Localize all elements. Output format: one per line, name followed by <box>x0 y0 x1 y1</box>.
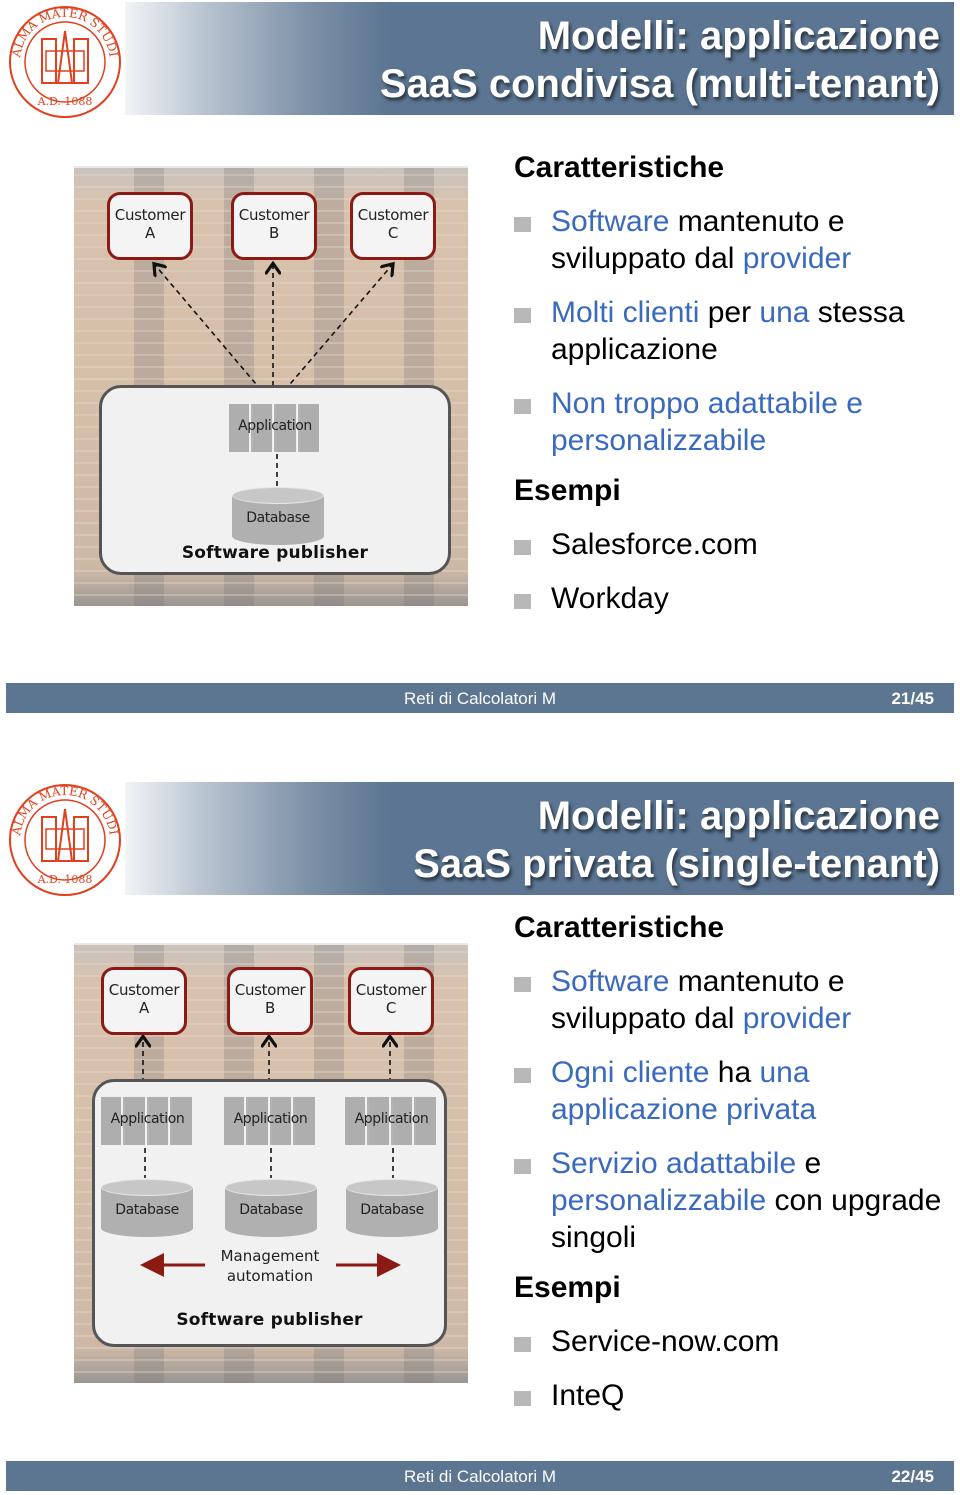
slide-title: Modelli: applicazione SaaS condivisa (mu… <box>379 14 940 106</box>
feature-item: Servizio adattabile e personalizzabile c… <box>514 1145 954 1256</box>
highlighted-text: provider <box>742 1002 852 1035</box>
bullet-square-icon <box>514 399 531 414</box>
feature-item: Ogni cliente ha una applicazione privata <box>514 1054 954 1128</box>
highlighted-text: Servizio adattabile <box>551 1147 797 1180</box>
svg-text:A.D. 1088: A.D. 1088 <box>37 95 93 108</box>
slide-footer: Reti di Calcolatori M 22/45 <box>6 1461 954 1491</box>
software-publisher-box: Application Database Software publisher <box>99 385 451 575</box>
page-number: 21/45 <box>891 689 934 708</box>
course-title: Reti di Calcolatori M <box>403 1467 557 1486</box>
management-automation-label: Management automation <box>220 1247 320 1285</box>
features-heading: Caratteristiche <box>514 151 725 184</box>
customer-c-box: Customer C <box>350 192 436 260</box>
body-text: per <box>699 296 760 329</box>
feature-item: Software mantenuto e sviluppato dal prov… <box>514 963 954 1037</box>
customer-c-box: Customer C <box>348 967 434 1035</box>
highlighted-text: Molti clienti <box>551 296 700 329</box>
example-item: InteQ <box>514 1377 954 1414</box>
university-seal-icon: ALMA MATER STUDIORUM A.D. 1088 <box>0 0 124 121</box>
highlighted-text: Software <box>551 205 670 238</box>
bullet-square-icon <box>514 1391 531 1406</box>
examples-list: Salesforce.com Workday <box>514 526 954 617</box>
title-bar: Modelli: applicazione SaaS privata (sing… <box>125 782 954 895</box>
customer-a-box: Customer A <box>101 967 187 1035</box>
customer-b-box: Customer B <box>227 967 313 1035</box>
slide-footer: Reti di Calcolatori M 21/45 <box>6 683 954 713</box>
database-cylinder: Database <box>232 487 324 545</box>
examples-heading: Esempi <box>514 474 621 507</box>
feature-item: Molti clienti per una stessa applicazion… <box>514 294 954 368</box>
example-item: Workday <box>514 580 954 617</box>
connector-c <box>272 265 392 405</box>
bullet-square-icon <box>514 594 531 609</box>
features-list: Software mantenuto e sviluppato dal prov… <box>514 203 954 459</box>
svg-text:A.D. 1088: A.D. 1088 <box>37 873 93 886</box>
body-text: e <box>796 1147 822 1180</box>
database-cylinder-c: Database <box>346 1179 438 1237</box>
highlighted-text: personalizzabile <box>551 1184 767 1217</box>
highlighted-text: Ogni cliente <box>551 1056 710 1089</box>
course-title: Reti di Calcolatori M <box>403 689 557 708</box>
single-tenant-diagram: Customer A Customer B Customer C Applica… <box>74 943 468 1383</box>
application-block-c: Application <box>345 1097 438 1145</box>
slide-text: Caratteristiche Software mantenuto e svi… <box>514 150 954 617</box>
title-bar: Modelli: applicazione SaaS condivisa (mu… <box>125 2 954 115</box>
highlighted-text: provider <box>742 242 852 275</box>
bullet-square-icon <box>514 1337 531 1352</box>
database-cylinder-a: Database <box>101 1179 193 1237</box>
slide-text: Caratteristiche Software mantenuto e svi… <box>514 910 954 1414</box>
application-block-b: Application <box>224 1097 317 1145</box>
bullet-square-icon <box>514 540 531 555</box>
highlighted-text: una <box>759 296 810 329</box>
examples-heading: Esempi <box>514 1271 621 1304</box>
slide-22: ALMA MATER STUDIORUM A.D. 1088 Modelli: … <box>0 770 960 1495</box>
publisher-label: Software publisher <box>181 543 369 563</box>
bullet-square-icon <box>514 217 531 232</box>
university-seal-icon: ALMA MATER STUDIORUM A.D. 1088 <box>0 770 124 899</box>
multi-tenant-diagram: Customer A Customer B Customer C Applicatio… <box>74 166 468 606</box>
bullet-square-icon <box>514 1159 531 1174</box>
software-publisher-box: Application Application Application Data… <box>92 1079 447 1347</box>
example-item: Service-now.com <box>514 1323 954 1360</box>
highlighted-text: Non troppo adattabile e personalizzabile <box>551 387 863 457</box>
application-block-a: Application <box>101 1097 194 1145</box>
connector-a <box>155 265 274 405</box>
examples-list: Service-now.com InteQ <box>514 1323 954 1414</box>
bullet-square-icon <box>514 308 531 323</box>
page-number: 22/45 <box>891 1467 934 1486</box>
feature-item: Non troppo adattabile e personalizzabile <box>514 385 954 459</box>
features-heading: Caratteristiche <box>514 911 725 944</box>
bullet-square-icon <box>514 977 531 992</box>
highlighted-text: Software <box>551 965 670 998</box>
database-cylinder-b: Database <box>225 1179 317 1237</box>
slide-title: Modelli: applicazione SaaS privata (sing… <box>413 794 940 886</box>
body-text: ha <box>709 1056 760 1089</box>
feature-item: Software mantenuto e sviluppato dal prov… <box>514 203 954 277</box>
customer-a-box: Customer A <box>107 192 193 260</box>
example-item: Salesforce.com <box>514 526 954 563</box>
publisher-label: Software publisher <box>176 1310 363 1330</box>
slide-21: ALMA MATER STUDIORUM A.D. 1088 Modelli: … <box>0 0 960 720</box>
features-list: Software mantenuto e sviluppato dal prov… <box>514 963 954 1256</box>
customer-b-box: Customer B <box>231 192 317 260</box>
bullet-square-icon <box>514 1068 531 1083</box>
